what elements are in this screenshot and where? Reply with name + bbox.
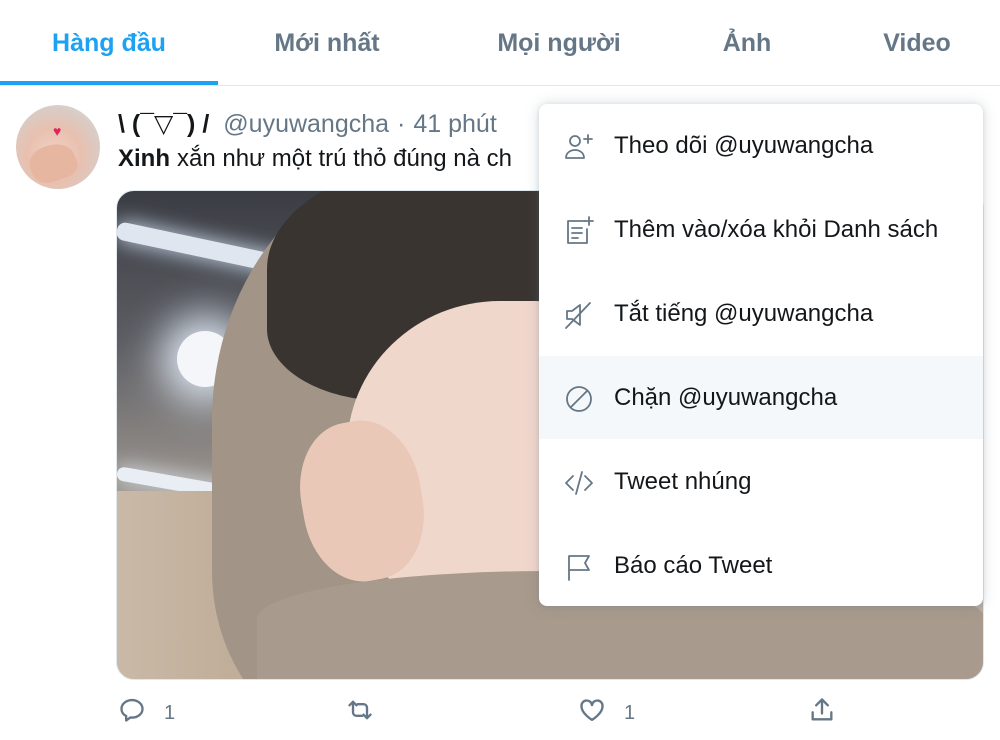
- embed-code-icon: [563, 467, 595, 499]
- block-icon: [563, 383, 595, 415]
- tab-people[interactable]: Mọi người: [436, 0, 682, 86]
- menu-item-label: Tweet nhúng: [614, 467, 752, 495]
- tweet-options-menu: Theo dõi @uyuwangcha Thêm vào/xóa khỏi D…: [539, 104, 983, 606]
- display-name[interactable]: \ (¯▽¯) /: [118, 109, 209, 139]
- search-results-page: Hàng đầu Mới nhất Mọi người Ảnh Video ♥ …: [0, 0, 1000, 740]
- menu-item-embed[interactable]: Tweet nhúng: [539, 440, 983, 523]
- menu-item-block[interactable]: Chặn @uyuwangcha: [539, 356, 983, 439]
- tweet-timestamp[interactable]: 41 phút: [413, 110, 496, 139]
- tab-top[interactable]: Hàng đầu: [0, 0, 218, 86]
- mute-icon: [563, 299, 595, 331]
- menu-item-mute[interactable]: Tắt tiếng @uyuwangcha: [539, 272, 983, 355]
- menu-item-follow[interactable]: Theo dõi @uyuwangcha: [539, 104, 983, 187]
- menu-item-label: Báo cáo Tweet: [614, 551, 773, 579]
- reply-count: 1: [164, 701, 176, 724]
- heart-icon: ♥: [53, 123, 62, 139]
- heart-outline-icon: [578, 696, 606, 730]
- search-tabs: Hàng đầu Mới nhất Mọi người Ảnh Video: [0, 0, 1000, 86]
- separator-dot: ·: [397, 109, 406, 138]
- menu-item-label: Chặn @uyuwangcha: [614, 383, 838, 411]
- retweet-icon: [346, 696, 374, 730]
- tab-videos[interactable]: Video: [842, 0, 992, 86]
- avatar-hand: [25, 138, 81, 188]
- like-button[interactable]: 1: [578, 690, 635, 736]
- share-icon: [808, 696, 836, 730]
- menu-item-report[interactable]: Báo cáo Tweet: [539, 524, 983, 606]
- retweet-button[interactable]: [346, 690, 392, 736]
- menu-item-label: Thêm vào/xóa khỏi Danh sách: [614, 215, 939, 243]
- tweet-text-bold: Xinh: [118, 145, 170, 172]
- avatar[interactable]: ♥: [16, 105, 100, 189]
- tweet-text: Xinh xắn như một trú thỏ đúng nà ch: [118, 142, 512, 176]
- menu-item-lists[interactable]: Thêm vào/xóa khỏi Danh sách: [539, 188, 983, 271]
- tab-latest[interactable]: Mới nhất: [218, 0, 436, 86]
- menu-item-label: Tắt tiếng @uyuwangcha: [614, 299, 874, 327]
- reply-button[interactable]: 1: [118, 690, 175, 736]
- tweet-actions: 1 1: [0, 690, 1000, 736]
- follow-user-icon: [563, 131, 595, 163]
- tab-photos[interactable]: Ảnh: [682, 0, 812, 86]
- user-handle[interactable]: @uyuwangcha: [223, 110, 389, 139]
- reply-icon: [118, 696, 146, 730]
- share-button[interactable]: [808, 690, 836, 736]
- add-to-list-icon: [563, 215, 595, 247]
- menu-item-label: Theo dõi @uyuwangcha: [614, 131, 874, 159]
- like-count: 1: [624, 701, 636, 724]
- report-flag-icon: [563, 551, 595, 583]
- tweet-header: \ (¯▽¯) / @uyuwangcha · 41 phút: [118, 108, 497, 140]
- active-tab-indicator: [0, 81, 218, 85]
- tweet-text-body: xắn như một trú thỏ đúng nà ch: [177, 145, 512, 172]
